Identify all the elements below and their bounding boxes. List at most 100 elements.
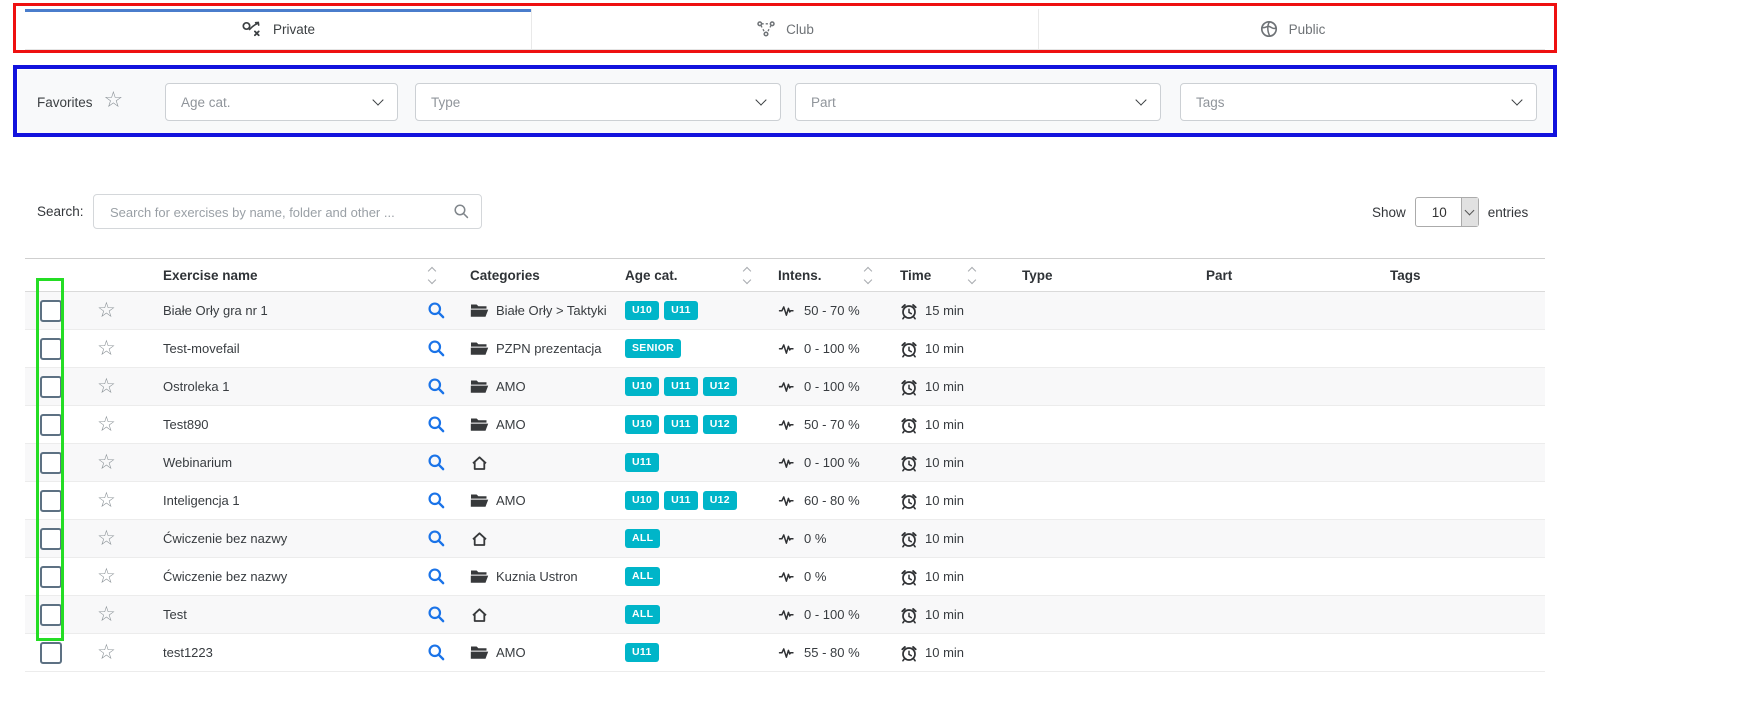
category-label: AMO bbox=[496, 417, 526, 432]
select-dropdown-button[interactable] bbox=[1461, 198, 1478, 226]
type-filter-select[interactable]: Type bbox=[415, 83, 781, 121]
sort-icon[interactable] bbox=[863, 266, 873, 285]
col-header-exercise-name[interactable]: Exercise name bbox=[140, 259, 425, 291]
intensity-icon bbox=[778, 531, 797, 546]
preview-search-icon[interactable] bbox=[427, 529, 446, 548]
time-cell: 10 min bbox=[885, 634, 1005, 671]
row-checkbox[interactable] bbox=[40, 566, 62, 588]
categories-cell: AMO bbox=[455, 368, 615, 405]
intensity-cell: 0 % bbox=[760, 558, 885, 595]
row-checkbox[interactable] bbox=[40, 300, 62, 322]
search-input[interactable] bbox=[108, 196, 442, 229]
favorite-star-icon[interactable]: ☆ bbox=[97, 566, 116, 587]
age-cat-cell: ALL bbox=[615, 520, 760, 557]
row-checkbox[interactable] bbox=[40, 528, 62, 550]
clock-icon bbox=[900, 340, 918, 358]
categories-cell: PZPN prezentacja bbox=[455, 330, 615, 367]
favorite-star-icon[interactable]: ☆ bbox=[97, 376, 116, 397]
favorite-star-icon[interactable]: ☆ bbox=[97, 452, 116, 473]
entries-label: entries bbox=[1488, 205, 1529, 220]
folder-icon bbox=[470, 379, 489, 394]
home-icon bbox=[470, 606, 489, 623]
col-header-time[interactable]: Time bbox=[885, 259, 1005, 291]
tags-filter-select[interactable]: Tags bbox=[1180, 83, 1537, 121]
visibility-tabs: Private Club Public bbox=[25, 9, 1545, 50]
row-checkbox[interactable] bbox=[40, 604, 62, 626]
exercise-name: Test bbox=[163, 607, 187, 622]
home-icon bbox=[470, 530, 489, 547]
col-header-part: Part bbox=[1190, 259, 1380, 291]
club-icon bbox=[756, 20, 776, 38]
tags-cell bbox=[1380, 368, 1545, 405]
type-cell bbox=[1005, 406, 1190, 443]
star-icon[interactable]: ☆ bbox=[104, 90, 124, 112]
type-cell bbox=[1005, 292, 1190, 329]
table-row: ☆ Inteligencja 1 AMO U10U11U12 60 - 80 %… bbox=[25, 482, 1545, 520]
clock-icon bbox=[900, 454, 918, 472]
part-cell bbox=[1190, 444, 1380, 481]
row-checkbox[interactable] bbox=[40, 376, 62, 398]
category-label: AMO bbox=[496, 645, 526, 660]
exercise-name: Ćwiczenie bez nazwy bbox=[163, 531, 287, 546]
age-cat-cell: U10U11U12 bbox=[615, 406, 760, 443]
preview-search-icon[interactable] bbox=[427, 491, 446, 510]
preview-search-icon[interactable] bbox=[427, 415, 446, 434]
time-cell: 10 min bbox=[885, 482, 1005, 519]
type-placeholder: Type bbox=[431, 95, 460, 110]
row-checkbox[interactable] bbox=[40, 490, 62, 512]
sort-icon[interactable] bbox=[427, 266, 437, 285]
age-badge: U12 bbox=[703, 377, 737, 396]
age-cat-filter-select[interactable]: Age cat. bbox=[165, 83, 398, 121]
age-cat-placeholder: Age cat. bbox=[181, 95, 231, 110]
tab-private[interactable]: Private bbox=[25, 9, 532, 49]
time-cell: 10 min bbox=[885, 596, 1005, 633]
intensity-cell: 50 - 70 % bbox=[760, 292, 885, 329]
tags-cell bbox=[1380, 596, 1545, 633]
row-checkbox[interactable] bbox=[40, 452, 62, 474]
preview-search-icon[interactable] bbox=[427, 453, 446, 472]
favorite-star-icon[interactable]: ☆ bbox=[97, 642, 116, 663]
tags-placeholder: Tags bbox=[1196, 95, 1225, 110]
preview-search-icon[interactable] bbox=[427, 567, 446, 586]
favorite-star-icon[interactable]: ☆ bbox=[97, 414, 116, 435]
intensity-value: 0 % bbox=[804, 531, 826, 546]
row-checkbox[interactable] bbox=[40, 338, 62, 360]
page-size-select[interactable]: 10 bbox=[1415, 197, 1479, 227]
col-header-age-cat[interactable]: Age cat. bbox=[615, 259, 760, 291]
table-row: ☆ Białe Orły gra nr 1 Białe Orły > Takty… bbox=[25, 292, 1545, 330]
col-header-intensity[interactable]: Intens. bbox=[760, 259, 885, 291]
tab-club[interactable]: Club bbox=[532, 9, 1039, 49]
preview-search-icon[interactable] bbox=[427, 377, 446, 396]
part-cell bbox=[1190, 482, 1380, 519]
favorite-star-icon[interactable]: ☆ bbox=[97, 300, 116, 321]
part-placeholder: Part bbox=[811, 95, 836, 110]
category-label: PZPN prezentacja bbox=[496, 341, 602, 356]
time-cell: 10 min bbox=[885, 368, 1005, 405]
favorite-star-icon[interactable]: ☆ bbox=[97, 338, 116, 359]
preview-search-icon[interactable] bbox=[427, 643, 446, 662]
age-badge: ALL bbox=[625, 529, 660, 548]
favorite-star-icon[interactable]: ☆ bbox=[97, 528, 116, 549]
sort-icon[interactable] bbox=[967, 266, 977, 285]
tactics-icon bbox=[241, 20, 263, 38]
exercise-name: Inteligencja 1 bbox=[163, 493, 240, 508]
time-value: 10 min bbox=[925, 645, 964, 660]
favorite-star-icon[interactable]: ☆ bbox=[97, 490, 116, 511]
type-cell bbox=[1005, 558, 1190, 595]
age-badge: U10 bbox=[625, 491, 659, 510]
time-value: 10 min bbox=[925, 417, 964, 432]
row-checkbox[interactable] bbox=[40, 642, 62, 664]
clock-icon bbox=[900, 606, 918, 624]
preview-search-icon[interactable] bbox=[427, 301, 446, 320]
time-cell: 15 min bbox=[885, 292, 1005, 329]
filter-bar: Favorites ☆ Age cat. Type Part Tags bbox=[18, 70, 1552, 134]
exercise-name: Ćwiczenie bez nazwy bbox=[163, 569, 287, 584]
favorite-star-icon[interactable]: ☆ bbox=[97, 604, 116, 625]
tab-public[interactable]: Public bbox=[1039, 9, 1545, 49]
sort-icon[interactable] bbox=[742, 266, 752, 285]
preview-search-icon[interactable] bbox=[427, 339, 446, 358]
intensity-icon bbox=[778, 493, 797, 508]
part-filter-select[interactable]: Part bbox=[795, 83, 1161, 121]
row-checkbox[interactable] bbox=[40, 414, 62, 436]
preview-search-icon[interactable] bbox=[427, 605, 446, 624]
